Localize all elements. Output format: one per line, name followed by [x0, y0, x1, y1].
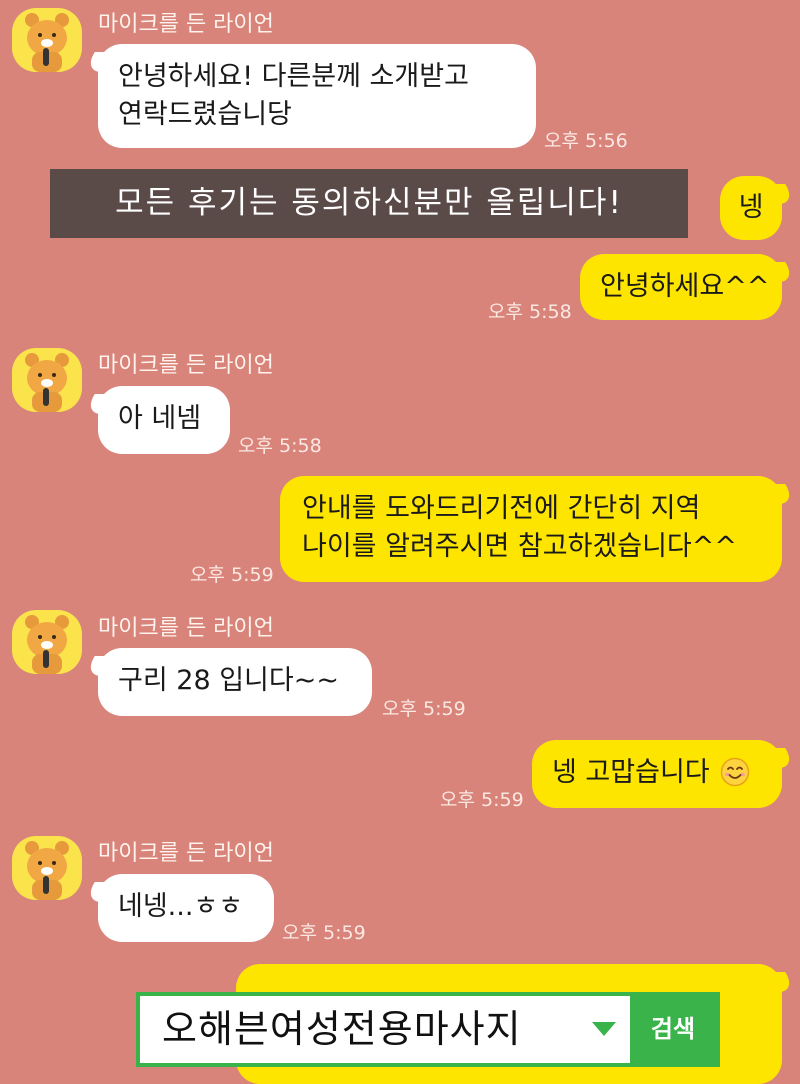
ryan-lion-avatar-icon: [25, 353, 69, 412]
message-line: 안녕하세요! 다른분께 소개받고: [118, 61, 469, 92]
message-bubble-other[interactable]: 아 네넴: [98, 386, 230, 454]
search-input[interactable]: 오해븐여성전용마사지: [140, 996, 630, 1063]
message-line: 연락드렸습니당: [118, 99, 292, 130]
avatar[interactable]: [12, 610, 82, 674]
message-line: 넹: [738, 192, 764, 223]
message-line: 넹 고맙습니다: [552, 757, 710, 788]
sender-name: 마이크를 든 라이언: [98, 353, 274, 378]
message-bubble-mine[interactable]: 넹: [720, 176, 782, 240]
message-time: 오후 5:58: [488, 301, 572, 323]
ryan-lion-avatar-icon: [25, 615, 69, 674]
search-button[interactable]: 검색: [630, 996, 716, 1063]
sender-name: 마이크를 든 라이언: [98, 12, 274, 37]
message-line: 나이를 알려주시면 참고하겠습니다^^: [302, 531, 738, 562]
notice-banner: 모든 후기는 동의하신분만 올립니다!: [50, 169, 688, 238]
message-line: 아 네넴: [118, 403, 202, 434]
ryan-lion-avatar-icon: [25, 841, 69, 900]
message-bubble-other[interactable]: 안녕하세요! 다른분께 소개받고 연락드렸습니당: [98, 44, 536, 148]
message-time: 오후 5:59: [190, 564, 274, 586]
avatar[interactable]: [12, 836, 82, 900]
ryan-lion-avatar-icon: [25, 13, 69, 72]
message-time: 오후 5:59: [440, 789, 524, 811]
message-time: 오후 5:59: [282, 922, 366, 944]
message-line: 구리 28 입니다~~: [118, 665, 339, 696]
triangle-down-icon[interactable]: [592, 1022, 616, 1036]
avatar[interactable]: [12, 8, 82, 72]
avatar[interactable]: [12, 348, 82, 412]
message-bubble-other[interactable]: 구리 28 입니다~~: [98, 648, 372, 716]
message-time: 오후 5:56: [544, 130, 628, 152]
message-bubble-other[interactable]: 네넹...ㅎㅎ: [98, 874, 274, 942]
smiling-face-icon: [720, 757, 750, 787]
message-time: 오후 5:58: [238, 435, 322, 457]
message-line: 안내를 도와드리기전에 간단히 지역: [302, 493, 701, 524]
sender-name: 마이크를 든 라이언: [98, 616, 274, 641]
message-line: 안녕하세요^^: [600, 271, 770, 302]
message-line: 네넹...ㅎㅎ: [118, 891, 244, 922]
sender-name: 마이크를 든 라이언: [98, 841, 274, 866]
message-bubble-mine[interactable]: 안내를 도와드리기전에 간단히 지역 나이를 알려주시면 참고하겠습니다^^: [280, 476, 782, 582]
message-bubble-mine[interactable]: 넹 고맙습니다: [532, 740, 782, 808]
search-bar: 오해븐여성전용마사지 검색: [136, 992, 720, 1067]
message-time: 오후 5:59: [382, 698, 466, 720]
message-bubble-mine[interactable]: 안녕하세요^^: [580, 254, 782, 320]
